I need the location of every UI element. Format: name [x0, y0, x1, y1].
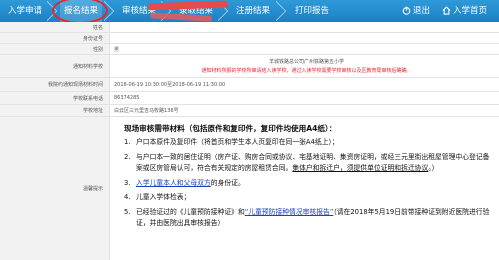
school-name: 羊城铁路总公司广州铁路第五小学	[268, 59, 344, 65]
address-value: 白云区三元里吉马牧路136号	[114, 108, 179, 114]
notes-title: 现场审核需带材料（包括原件和复印件，复印件均使用A4纸）：	[124, 124, 337, 133]
registration-info-table: 姓名 身份证号 性别 男 通知材料学校 羊城铁路总公司广州铁路第五小学 通知材料…	[0, 22, 499, 117]
power-icon	[402, 2, 411, 24]
list-item: 2. 与户口本一致的居住证明（房产证、购房合同或协议、宅基地证明、集资房证明，或…	[124, 152, 494, 175]
address-label: 学校地址	[0, 105, 110, 116]
name-value	[114, 22, 499, 32]
exit-button[interactable]: 退出	[402, 0, 430, 22]
item-number: 3.	[124, 178, 131, 187]
list-item: 4. 儿童入学体检表；	[124, 192, 494, 204]
step-nav-bar: 入学申请 报名结果 审核结果 录取结果 注册结果 打印报告 退出 入学首页	[0, 0, 499, 24]
gender-label: 性别	[0, 44, 110, 54]
tab-print-report[interactable]: 打印报告	[291, 0, 333, 22]
home-icon	[442, 2, 451, 24]
notes-content: 现场审核需带材料（包括原件和复印件，复印件均使用A4纸）： 1. 户口本原件及复…	[124, 123, 494, 230]
item-text-underlined: 入学儿童本人和父母双方	[136, 178, 211, 187]
phone-label: 学校联系电话	[0, 92, 110, 104]
item-number: 4.	[124, 193, 131, 201]
tab-enrollment-result[interactable]: 注册结果	[232, 0, 274, 22]
item-text-underlined: “儿童预防接种情况审核报告”	[244, 207, 334, 216]
id-number-label: 身份证号	[0, 33, 110, 43]
item-text: 的身份证。	[210, 178, 245, 187]
info-row-verify-time: 我院约通知现场材料时间 2018-06-19 10:30:00至2018-06-…	[0, 78, 499, 92]
exit-label: 退出	[413, 6, 431, 16]
tab-admission-application[interactable]: 入学申请	[4, 0, 46, 22]
item-text-underlined: 集体户和拆迁户，	[292, 164, 347, 172]
school-note: 通知材料所报的学校所审请结入读学校，通过入读学校需要学校审核以及区教育局审核后确…	[201, 68, 412, 74]
school-label: 通知材料学校	[0, 55, 110, 77]
gender-value: 男	[114, 46, 120, 53]
info-row-id: 身份证号	[0, 33, 499, 44]
item-text: 儿童入学体检表；	[136, 193, 191, 201]
verify-time-label: 我院约通知现场材料时间	[0, 78, 110, 91]
item-text-underlined: 须提供单位证明和拆迁协议	[346, 164, 429, 172]
list-item: 5. 已经验证过的《儿童预防接种证》和“儿童预防接种情况审核报告”（请在2018…	[124, 207, 494, 230]
item-text: 户口本原件及复印件（将首页和学生本人页复印在同一张A4纸上）；	[136, 138, 339, 146]
item-number: 2.	[124, 152, 131, 161]
home-label: 入学首页	[453, 6, 488, 16]
item-text: 。）	[428, 164, 439, 172]
list-item: 1. 户口本原件及复印件（将首页和学生本人页复印在同一张A4纸上）；	[124, 137, 494, 149]
info-row-phone: 学校联系电话 86374285	[0, 92, 499, 105]
item-number: 1.	[124, 138, 131, 146]
step-separator-icon	[276, 1, 290, 21]
name-label: 姓名	[0, 22, 110, 32]
info-row-school: 通知材料学校 羊城铁路总公司广州铁路第五小学 通知材料所报的学校所审请结入读学校…	[0, 55, 499, 78]
verify-time-value: 2018-06-19 10:30:00至2018-06-19 11:30:00	[114, 82, 226, 88]
item-number: 5.	[124, 207, 131, 216]
list-item: 3. 入学儿童本人和父母双方的身份证。	[124, 178, 494, 190]
info-row-gender: 性别 男	[0, 44, 499, 55]
school-value: 羊城铁路总公司广州铁路第五小学 通知材料所报的学校所审请结入读学校，通过入读学校…	[114, 55, 499, 77]
info-row-notes: 温馨提示 现场审核需带材料（包括原件和复印件，复印件均使用A4纸）： 1. 户口…	[0, 117, 499, 260]
item-text: 已经验证过的《儿童预防接种证》和	[136, 207, 245, 216]
notes-label: 温馨提示	[0, 117, 110, 260]
phone-value: 86374285	[114, 95, 140, 101]
id-number-value	[114, 33, 499, 43]
info-row-address: 学校地址 白云区三元里吉马牧路136号	[0, 105, 499, 117]
home-button[interactable]: 入学首页	[442, 0, 487, 22]
info-row-name: 姓名	[0, 22, 499, 33]
